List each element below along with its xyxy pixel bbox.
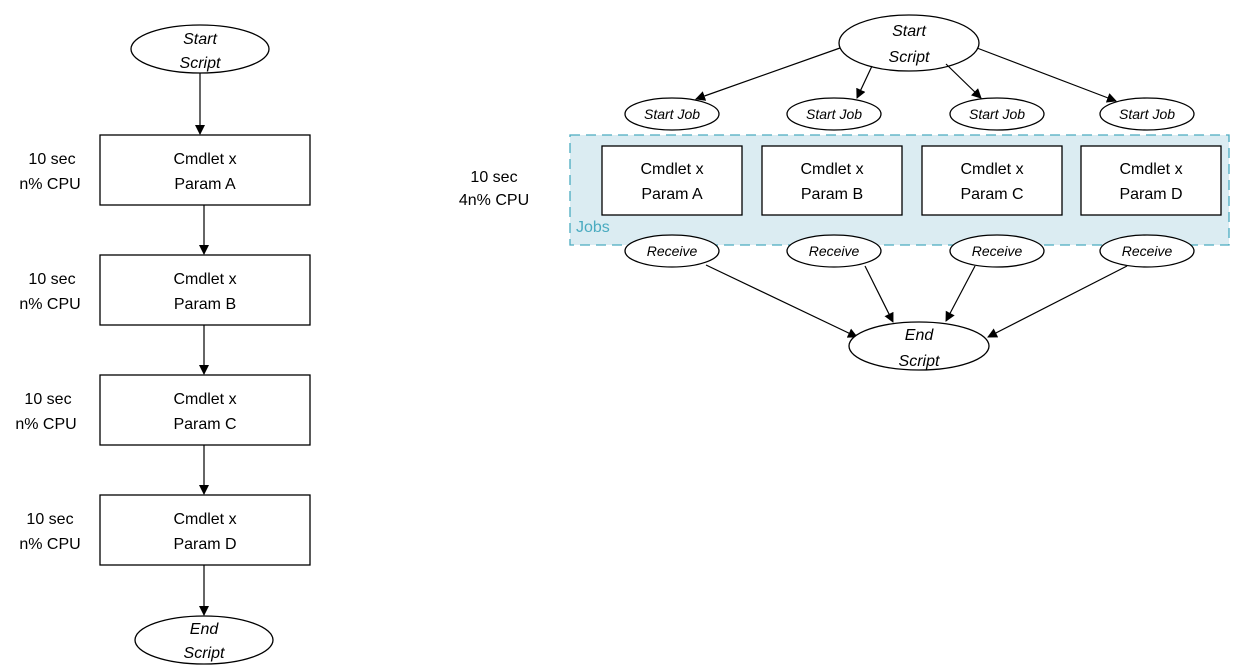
edge [987,265,1128,338]
job-label: Cmdlet x [1119,161,1182,178]
receive-label: Receive [972,243,1023,259]
step-cost: n% CPU [19,176,80,193]
start-script-label-2: Script [180,55,221,72]
sequential-flow: Start Script Cmdlet x Param A 10 sec n% … [15,24,311,665]
end-script-label-1: End [190,621,220,638]
edge [945,63,982,99]
step-cost: 10 sec [28,271,75,288]
start-job-label: Start Job [806,106,862,122]
start-job-label: Start Job [969,106,1025,122]
job-box-b [761,145,903,216]
start-job-nodes: Start Job Start Job Start Job Start Job [624,97,1195,131]
step-c: Cmdlet x Param C 10 sec n% CPU [15,374,311,446]
job-label: Cmdlet x [960,161,1023,178]
job-box-c [921,145,1063,216]
receive-label: Receive [809,243,860,259]
edge [976,47,1117,103]
step-label: Param D [173,536,236,553]
edge [856,65,873,99]
jobs-group-label: Jobs [576,219,610,236]
step-box [99,374,311,446]
edge [695,47,841,101]
step-box [99,134,311,206]
start-script-label-1: Start [183,31,217,48]
step-cost: n% CPU [19,296,80,313]
step-box [99,494,311,566]
step-d: Cmdlet x Param D 10 sec n% CPU [19,494,311,566]
parallel-flow: Jobs 10 sec 4n% CPU Start Script Start J… [459,14,1230,371]
start-job-label: Start Job [1119,106,1175,122]
start-script-label-2: Script [889,49,930,66]
parallel-cost: 10 sec [470,169,517,186]
step-label: Cmdlet x [173,151,236,168]
receive-label: Receive [1122,243,1173,259]
step-label: Param B [174,296,236,313]
edge [945,265,976,322]
step-box [99,254,311,326]
step-cost: 10 sec [28,151,75,168]
step-cost: n% CPU [15,416,76,433]
step-cost: n% CPU [19,536,80,553]
end-script-label-2: Script [184,645,225,662]
job-label: Param C [960,186,1023,203]
job-box-d [1080,145,1222,216]
end-script-label-2: Script [899,353,940,370]
step-label: Cmdlet x [173,271,236,288]
job-label: Param B [801,186,863,203]
start-job-label: Start Job [644,106,700,122]
job-label: Cmdlet x [800,161,863,178]
job-label: Param A [641,186,703,203]
step-b: Cmdlet x Param B 10 sec n% CPU [19,254,311,326]
job-label: Param D [1119,186,1182,203]
edge [705,264,858,338]
step-label: Param A [174,176,236,193]
end-script-label-1: End [905,327,935,344]
job-box-a [601,145,743,216]
job-label: Cmdlet x [640,161,703,178]
step-cost: 10 sec [26,511,73,528]
receive-label: Receive [647,243,698,259]
step-label: Cmdlet x [173,391,236,408]
diagram: Start Script Cmdlet x Param A 10 sec n% … [15,14,1230,665]
step-a: Cmdlet x Param A 10 sec n% CPU [19,134,311,206]
parallel-cost: 4n% CPU [459,192,529,209]
start-script-label-1: Start [892,23,926,40]
step-label: Cmdlet x [173,511,236,528]
step-label: Param C [173,416,236,433]
step-cost: 10 sec [24,391,71,408]
edge [864,265,894,323]
